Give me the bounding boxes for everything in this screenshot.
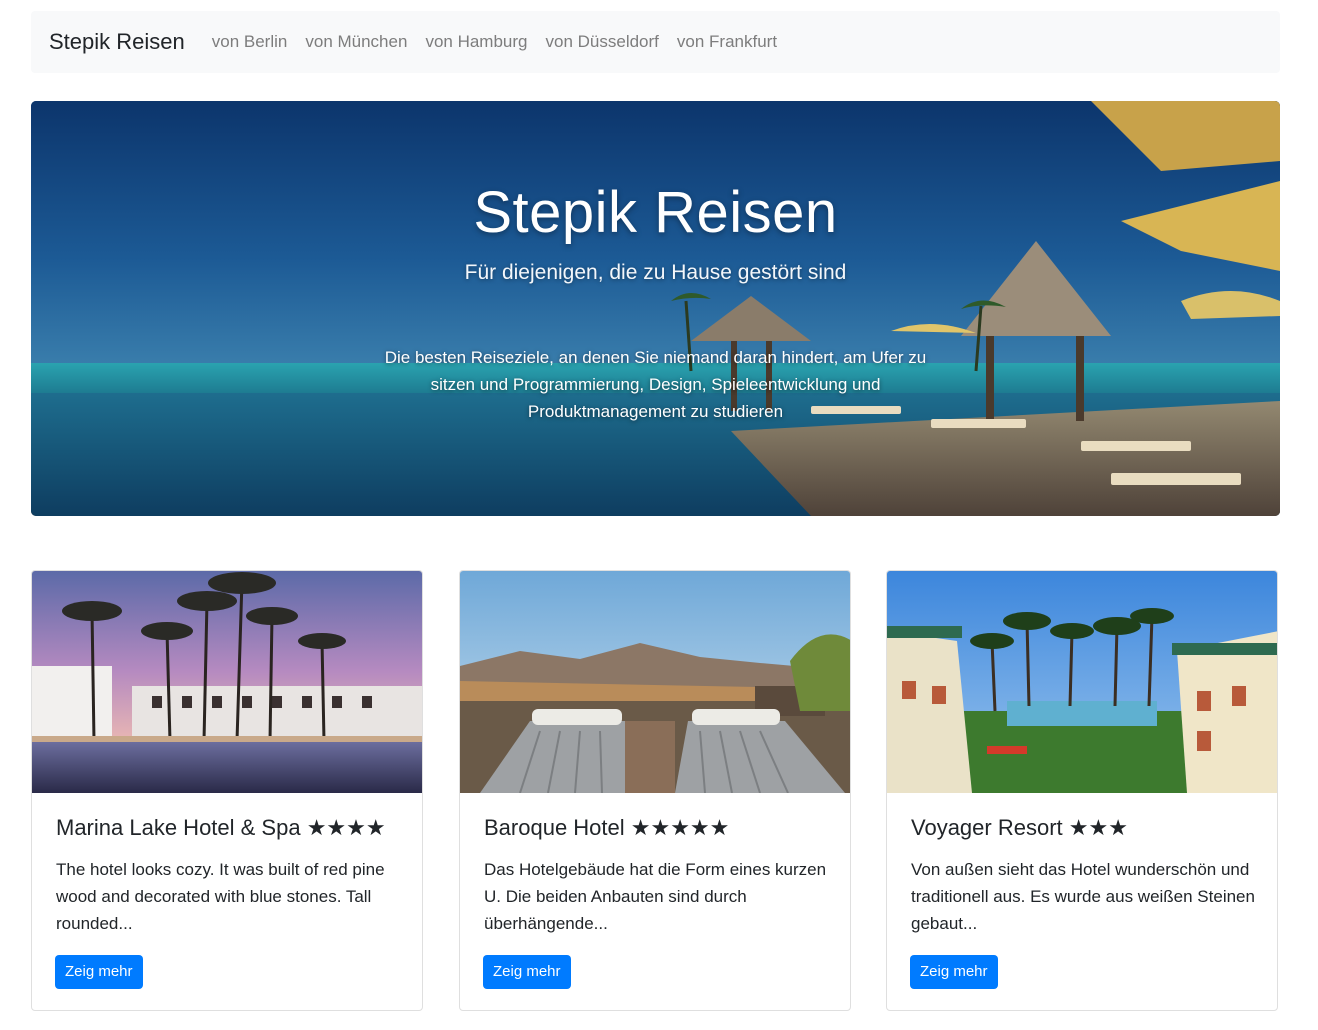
hotel-image-voyager (887, 571, 1277, 793)
brand-link[interactable]: Stepik Reisen (49, 29, 185, 55)
show-more-button[interactable]: Zeig mehr (55, 955, 143, 989)
hotel-description: Von außen sieht das Hotel wunderschön un… (911, 860, 1255, 933)
show-more-button[interactable]: Zeig mehr (910, 955, 998, 989)
hotel-description: The hotel looks cozy. It was built of re… (56, 860, 385, 933)
hotel-title: Baroque Hotel ★★★★★ (484, 815, 730, 840)
hero-description: Die besten Reiseziele, an denen Sie niem… (384, 348, 927, 421)
hotel-card-voyager: Voyager Resort ★★★ Von außen sieht das H… (886, 570, 1278, 1011)
hero-background-image (31, 101, 1280, 516)
hotel-description: Das Hotelgebäude hat die Form eines kurz… (484, 860, 827, 933)
nav-link-duesseldorf[interactable]: von Düsseldorf (546, 32, 659, 52)
hotel-image-marina-lake (32, 571, 422, 793)
hero-jumbotron: Stepik Reisen Für diejenigen, die zu Hau… (31, 101, 1280, 516)
hotel-card-baroque: Baroque Hotel ★★★★★ Das Hotelgebäude hat… (459, 570, 851, 1011)
hero-subtitle: Für diejenigen, die zu Hause gestört sin… (464, 261, 847, 284)
nav-link-berlin[interactable]: von Berlin (212, 32, 288, 52)
hotel-image-baroque (460, 571, 850, 793)
hotel-card-marina-lake: Marina Lake Hotel & Spa ★★★★ The hotel l… (31, 570, 423, 1011)
hotel-title: Marina Lake Hotel & Spa ★★★★ (56, 815, 386, 840)
hero-title: Stepik Reisen (473, 180, 838, 245)
hotel-title: Voyager Resort ★★★ (911, 815, 1128, 840)
top-navbar: Stepik Reisen von Berlin von München von… (31, 11, 1280, 73)
nav-link-hamburg[interactable]: von Hamburg (425, 32, 527, 52)
nav-link-frankfurt[interactable]: von Frankfurt (677, 32, 777, 52)
nav-link-muenchen[interactable]: von München (305, 32, 407, 52)
show-more-button[interactable]: Zeig mehr (483, 955, 571, 989)
